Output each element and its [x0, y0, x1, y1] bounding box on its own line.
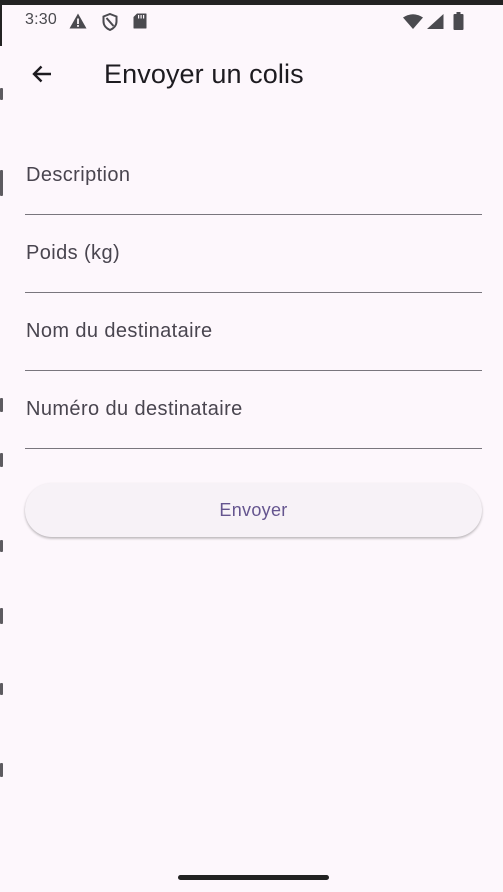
back-button[interactable]: [18, 52, 66, 100]
arrow-back-icon: [30, 62, 54, 91]
background-page-edge: [0, 0, 8, 892]
status-bar: 3:30: [0, 5, 503, 35]
send-button[interactable]: Envoyer: [25, 483, 482, 537]
recipient-number-label: Numéro du destinataire: [26, 398, 243, 420]
description-field[interactable]: Description: [25, 158, 482, 215]
page-title: Envoyer un colis: [104, 59, 304, 89]
recipient-number-field[interactable]: Numéro du destinataire: [25, 392, 482, 449]
weight-field[interactable]: Poids (kg): [25, 236, 482, 293]
battery-icon: [453, 12, 464, 35]
warning-icon: [69, 13, 87, 34]
weight-label: Poids (kg): [26, 242, 121, 264]
description-label: Description: [26, 164, 131, 186]
recipient-name-field[interactable]: Nom du destinataire: [25, 314, 482, 371]
sd-card-icon: [133, 13, 147, 34]
screen: 3:30 Envoyer un colis Description Poids …: [0, 0, 503, 892]
wifi-icon: [403, 14, 423, 34]
status-time: 3:30: [25, 11, 57, 28]
app-bar: Envoyer un colis: [0, 44, 503, 108]
home-indicator[interactable]: [178, 875, 329, 880]
cell-signal-icon: [427, 14, 444, 34]
recipient-name-label: Nom du destinataire: [26, 320, 213, 342]
send-button-label: Envoyer: [219, 499, 288, 520]
shield-icon: [102, 12, 118, 36]
